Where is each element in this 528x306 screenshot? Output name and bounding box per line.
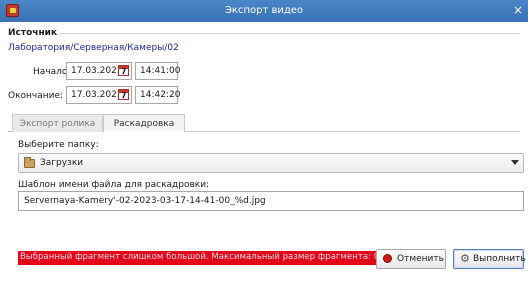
section-divider — [60, 33, 520, 34]
run-button[interactable]: ⚙ Выполнить — [453, 249, 526, 269]
source-path: Лаборатория/Серверная/Камеры/02 — [8, 43, 179, 53]
start-date-value: 17.03.2023 — [71, 66, 123, 76]
run-button-label: Выполнить — [473, 254, 526, 264]
folder-label: Выберите папку: — [18, 140, 99, 150]
end-time-field[interactable]: 14:42:20 — [135, 86, 181, 104]
folder-select[interactable]: Загрузки — [18, 153, 524, 173]
tab-storyboard[interactable]: Раскадровка — [103, 114, 185, 132]
filename-template-value: Servernaya-Kamery'-02-2023-03-17-14-41-0… — [24, 196, 266, 206]
error-message: Выбранный фрагмент слишком большой. Макс… — [18, 251, 415, 265]
filename-template-label: Шаблон имени файла для раскадровки: — [18, 180, 210, 190]
start-time-field[interactable]: 14:41:00 — [135, 62, 181, 80]
end-time-value: 14:42:20 — [140, 90, 181, 100]
cancel-button[interactable]: Отменить — [376, 249, 446, 269]
source-section-label: Источник — [8, 28, 58, 38]
end-label: Окончание: — [8, 91, 64, 101]
calendar-icon[interactable] — [118, 89, 129, 100]
start-time-value: 14:41:00 — [140, 66, 181, 76]
folder-icon — [24, 157, 35, 168]
gear-icon: ⚙ — [460, 252, 470, 265]
cancel-button-label: Отменить — [397, 254, 444, 264]
title-bar: Экспорт видео × — [0, 0, 528, 22]
start-label: Начало: — [33, 67, 71, 77]
calendar-icon[interactable] — [118, 65, 129, 76]
folder-selected-value: Загрузки — [40, 158, 84, 168]
end-date-value: 17.03.2023 — [71, 90, 123, 100]
stop-icon — [383, 254, 392, 263]
window-title: Экспорт видео — [224, 5, 304, 16]
filename-template-input[interactable]: Servernaya-Kamery'-02-2023-03-17-14-41-0… — [18, 191, 524, 211]
tab-export-clip[interactable]: Экспорт ролика — [12, 114, 103, 132]
close-icon[interactable]: × — [512, 3, 524, 17]
chevron-down-icon — [511, 160, 519, 165]
